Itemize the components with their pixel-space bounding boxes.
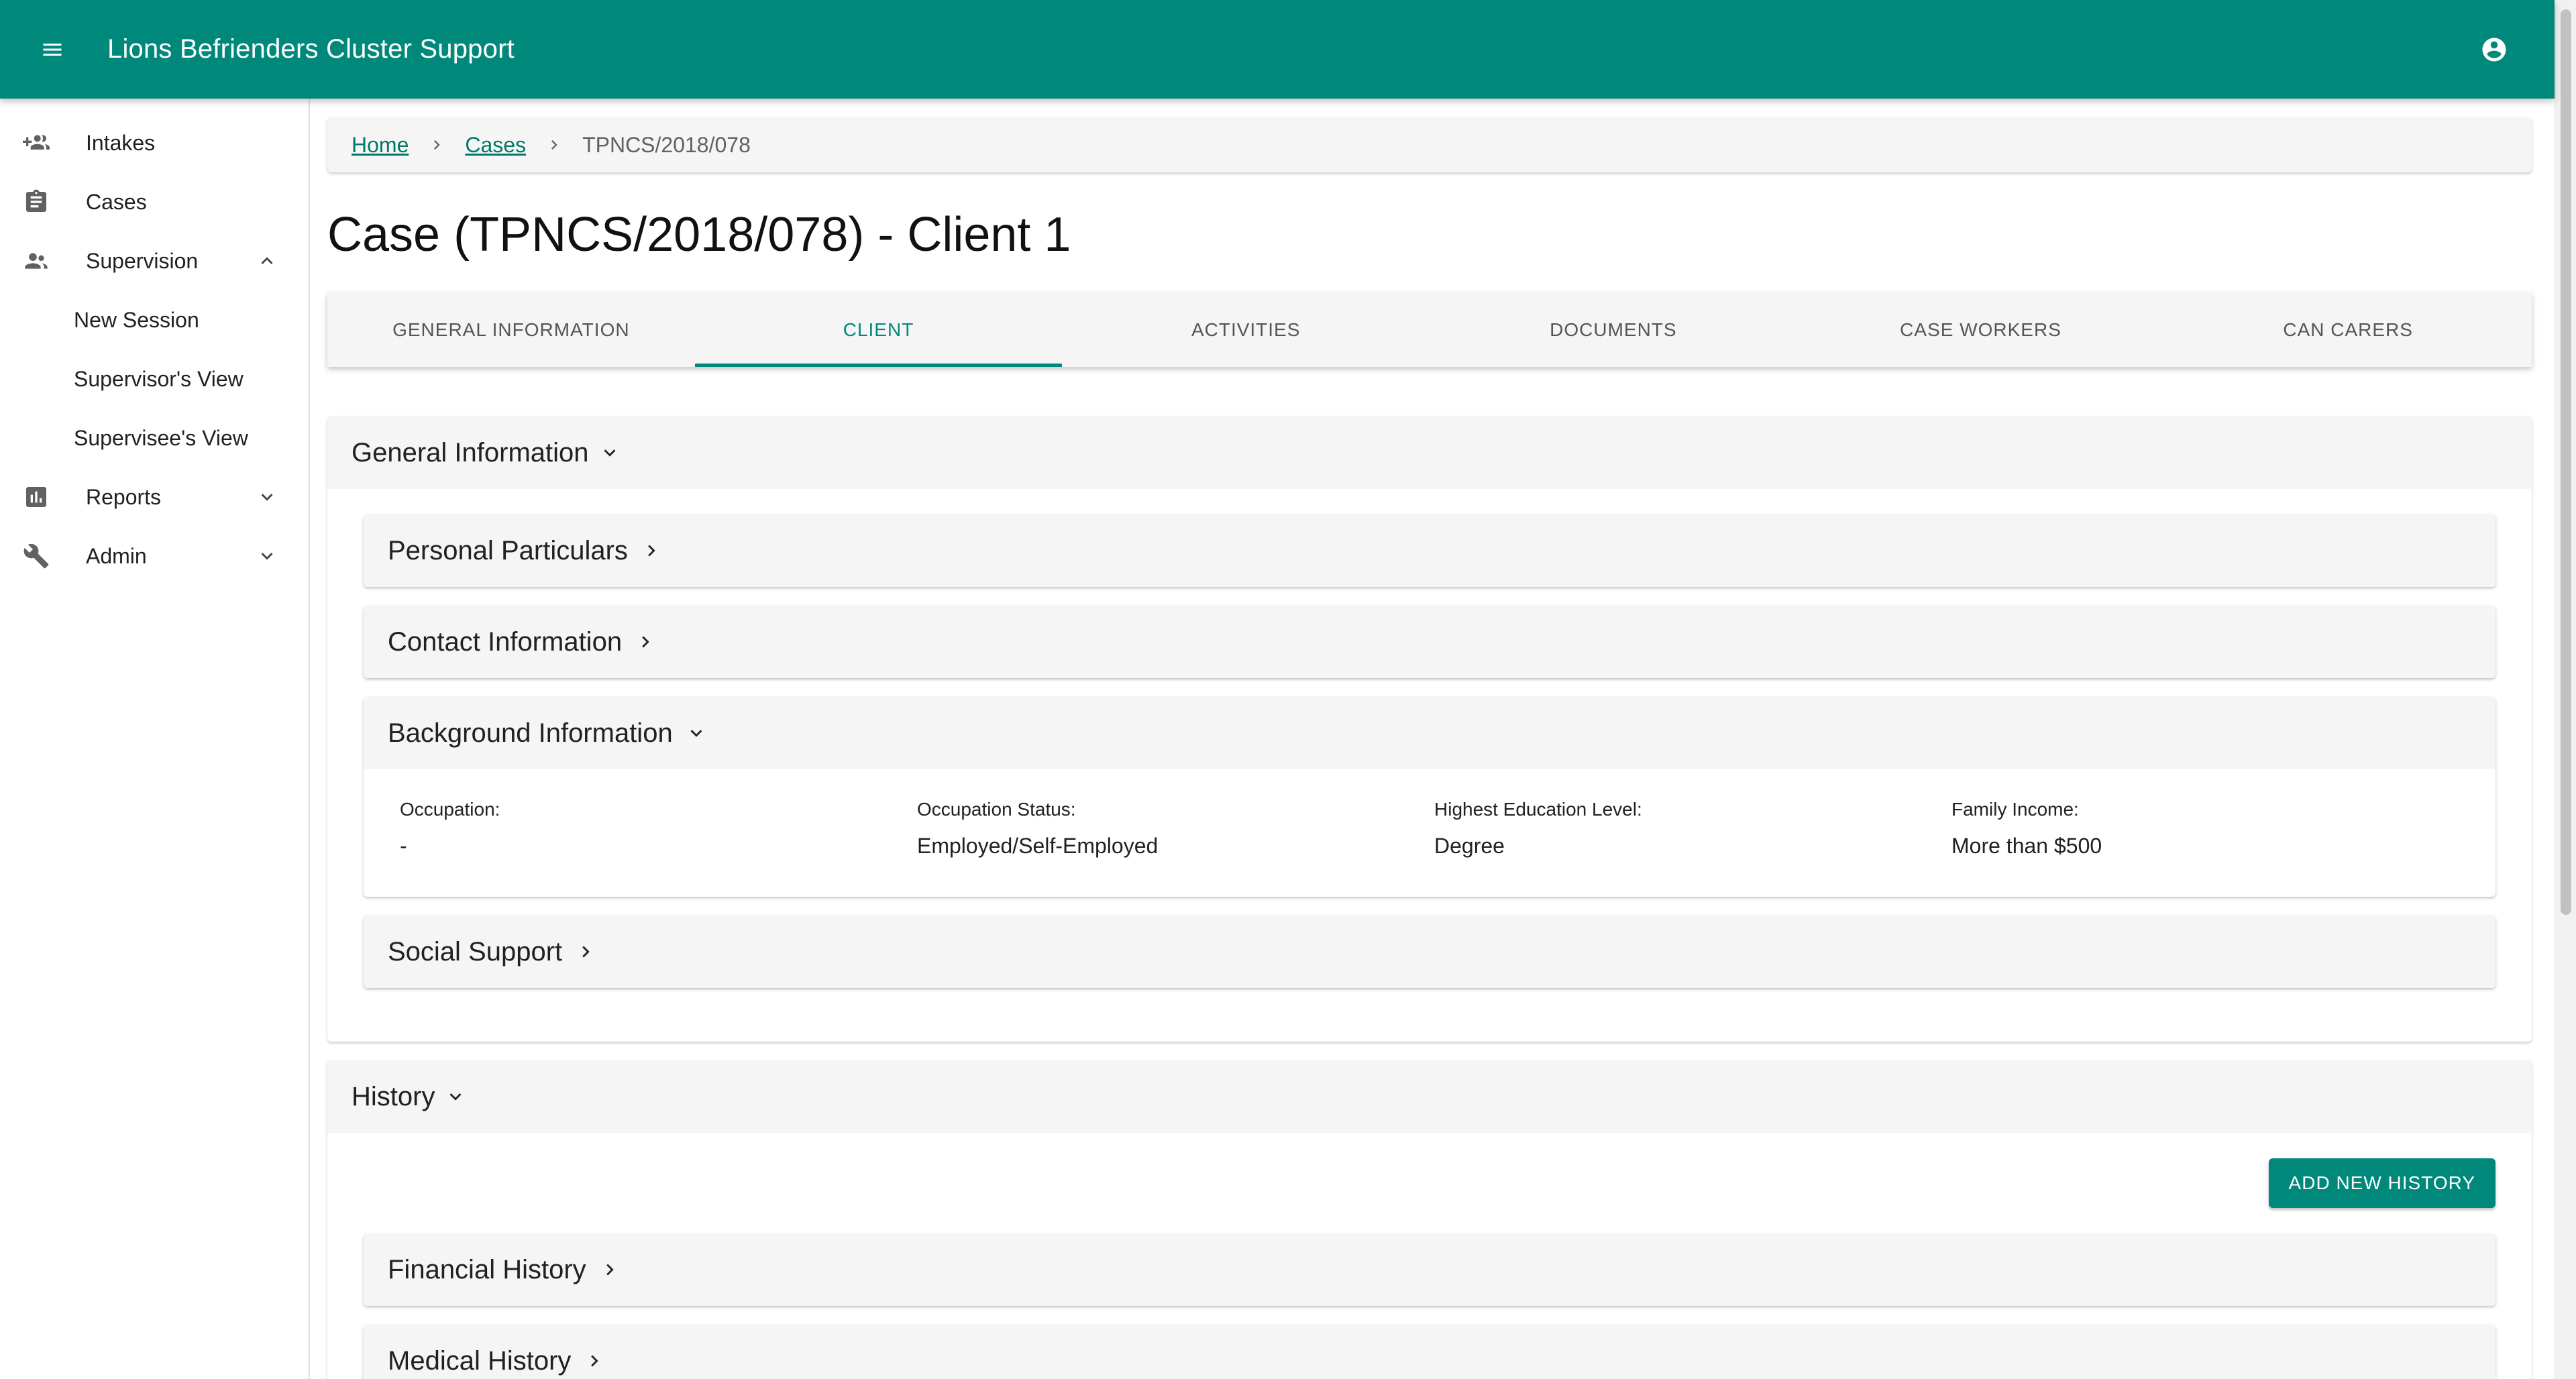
chevron-down-icon <box>255 485 279 509</box>
tab-client[interactable]: CLIENT <box>694 293 1063 367</box>
chevron-down-icon <box>685 722 708 744</box>
occupation-field: Occupation: - <box>400 799 500 859</box>
general-information-panel: General Information Personal Particulars… <box>327 417 2532 1042</box>
chevron-down-icon <box>444 1085 467 1108</box>
sidebar-item-label: Intakes <box>86 130 156 155</box>
education-level-field: Highest Education Level: Degree <box>1434 799 1642 859</box>
sidebar-item-label: Admin <box>86 543 147 568</box>
sidebar-item-supervisors-view[interactable]: Supervisor's View <box>0 349 309 408</box>
breadcrumb-current: TPNCS/2018/078 <box>582 132 751 157</box>
chevron-right-icon <box>583 1349 606 1372</box>
app-bar: Lions Befrienders Cluster Support <box>0 0 2555 99</box>
panel-title: General Information <box>352 437 589 467</box>
sidebar-item-intakes[interactable]: Intakes <box>0 113 309 172</box>
sidebar-item-cases[interactable]: Cases <box>0 172 309 231</box>
sidebar-item-supervision[interactable]: Supervision <box>0 231 309 290</box>
field-value: Employed/Self-Employed <box>917 834 1159 858</box>
personal-particulars-panel: Personal Particulars <box>364 514 2496 587</box>
chevron-down-icon <box>255 544 279 568</box>
tab-activities[interactable]: ACTIVITIES <box>1062 293 1430 367</box>
personal-particulars-header[interactable]: Personal Particulars <box>364 514 2496 587</box>
tab-can-carers[interactable]: CAN CARERS <box>2164 293 2532 367</box>
sidebar-item-admin[interactable]: Admin <box>0 527 309 586</box>
bar-chart-icon <box>23 484 50 510</box>
sidebar-item-supervisees-view[interactable]: Supervisee's View <box>0 408 309 467</box>
field-label: Occupation: <box>400 799 500 820</box>
medical-history-header[interactable]: Medical History <box>364 1325 2496 1379</box>
chevron-right-icon <box>634 630 657 653</box>
occupation-status-field: Occupation Status: Employed/Self-Employe… <box>917 799 1158 859</box>
wrench-icon <box>23 543 50 569</box>
sidebar: Intakes Cases Supervision New Session Su… <box>0 99 310 1379</box>
sidebar-item-label: New Session <box>74 307 199 332</box>
panel-title: Social Support <box>388 936 563 967</box>
sidebar-item-new-session[interactable]: New Session <box>0 290 309 349</box>
chevron-right-icon <box>640 539 663 562</box>
chevron-right-icon <box>545 135 564 154</box>
menu-icon[interactable] <box>32 30 72 70</box>
sidebar-item-label: Reports <box>86 484 162 509</box>
panel-title: History <box>352 1081 435 1111</box>
family-income-field: Family Income: More than $500 <box>1951 799 2102 859</box>
scrollbar-thumb[interactable] <box>2561 9 2571 915</box>
history-header[interactable]: History <box>327 1060 2532 1133</box>
supervisor-icon <box>23 247 50 274</box>
financial-history-panel: Financial History <box>364 1233 2496 1306</box>
chevron-up-icon <box>255 249 279 273</box>
field-label: Family Income: <box>1951 799 2079 820</box>
field-value: More than $500 <box>1951 834 2102 858</box>
group-add-icon <box>23 129 50 156</box>
panel-title: Financial History <box>388 1254 586 1284</box>
chevron-right-icon <box>598 1258 621 1281</box>
social-support-header[interactable]: Social Support <box>364 916 2496 988</box>
breadcrumb: Home Cases TPNCS/2018/078 <box>327 117 2532 172</box>
breadcrumb-cases-link[interactable]: Cases <box>465 133 526 158</box>
tab-case-workers[interactable]: CASE WORKERS <box>1797 293 2165 367</box>
general-information-header[interactable]: General Information <box>327 417 2532 489</box>
assignment-icon <box>23 188 50 215</box>
background-fields: Occupation: - Occupation Status: Employe… <box>364 769 2496 897</box>
background-information-header[interactable]: Background Information <box>364 697 2496 769</box>
page-scrollbar[interactable] <box>2555 0 2576 1379</box>
tab-bar: GENERAL INFORMATION CLIENT ACTIVITIES DO… <box>327 293 2532 367</box>
history-panel: History ADD NEW HISTORY Financial Histor… <box>327 1060 2532 1379</box>
sidebar-item-label: Supervisee's View <box>74 425 248 450</box>
app-title: Lions Befrienders Cluster Support <box>107 34 515 64</box>
chevron-right-icon <box>427 135 446 154</box>
sidebar-item-label: Supervisor's View <box>74 366 244 391</box>
panel-title: Contact Information <box>388 626 623 657</box>
add-new-history-button[interactable]: ADD NEW HISTORY <box>2268 1158 2496 1208</box>
social-support-panel: Social Support <box>364 916 2496 988</box>
background-information-panel: Background Information Occupation: - Occ… <box>364 697 2496 897</box>
main-content: Home Cases TPNCS/2018/078 Case (TPNCS/20… <box>310 99 2555 1379</box>
panel-title: Medical History <box>388 1345 572 1376</box>
chevron-right-icon <box>574 940 597 963</box>
financial-history-header[interactable]: Financial History <box>364 1233 2496 1306</box>
sidebar-item-label: Cases <box>86 189 147 214</box>
field-value: Degree <box>1434 834 1505 858</box>
breadcrumb-home-link[interactable]: Home <box>352 133 409 158</box>
sidebar-item-reports[interactable]: Reports <box>0 467 309 527</box>
page-title: Case (TPNCS/2018/078) - Client 1 <box>327 208 1071 262</box>
medical-history-panel: Medical History <box>364 1325 2496 1379</box>
panel-title: Background Information <box>388 718 673 748</box>
sidebar-item-label: Supervision <box>86 248 199 273</box>
field-label: Occupation Status: <box>917 799 1076 820</box>
chevron-down-icon <box>598 441 621 464</box>
tab-documents[interactable]: DOCUMENTS <box>1430 293 1797 367</box>
contact-information-header[interactable]: Contact Information <box>364 606 2496 678</box>
field-label: Highest Education Level: <box>1434 799 1642 820</box>
field-value: - <box>400 834 407 858</box>
panel-title: Personal Particulars <box>388 535 628 565</box>
contact-information-panel: Contact Information <box>364 606 2496 678</box>
tab-general-information[interactable]: GENERAL INFORMATION <box>327 293 695 367</box>
account-circle-icon[interactable] <box>2474 30 2514 70</box>
